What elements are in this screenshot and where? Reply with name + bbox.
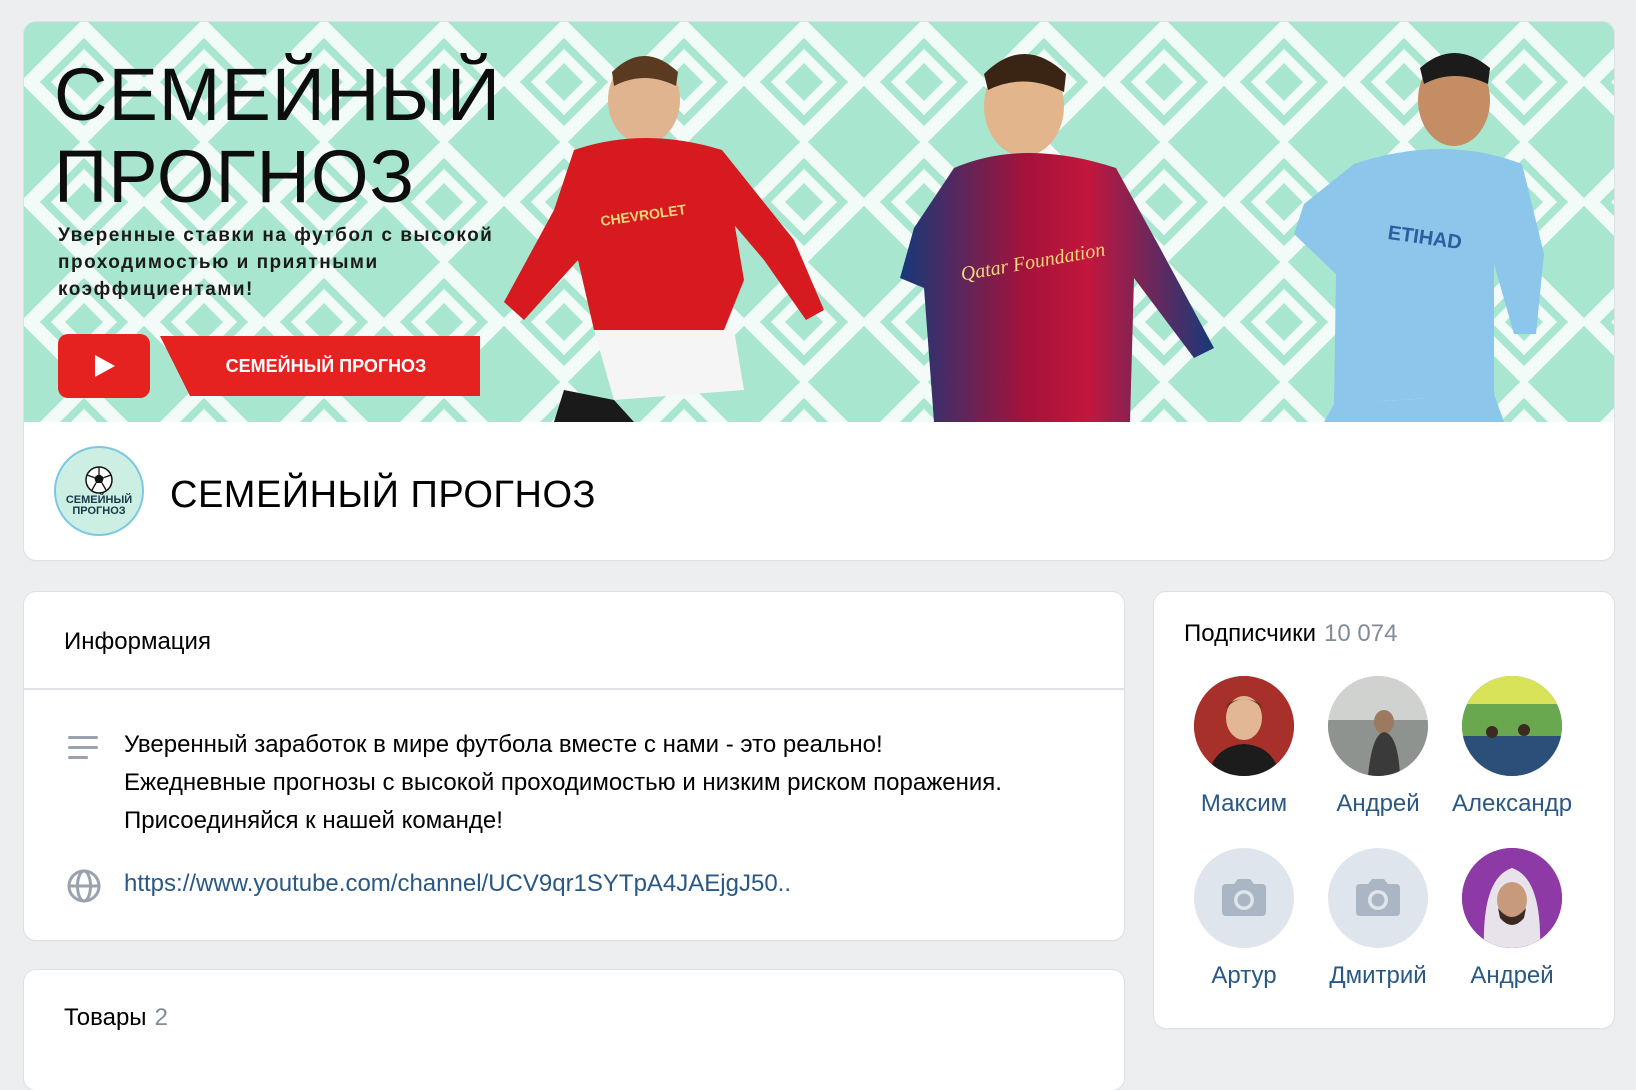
profile-row: СЕМЕЙНЫЙ ПРОГНОЗ СЕМЕЙНЫЙ ПРОГНОЗ: [24, 422, 1614, 560]
subscribers-card: Подписчики 10 074 Максим Андрей Александ…: [1154, 592, 1614, 1028]
group-name: СЕМЕЙНЫЙ ПРОГНОЗ: [170, 474, 596, 516]
text-lines-icon: [68, 736, 98, 759]
member-name: Андрей: [1336, 790, 1420, 817]
camera-icon: [1222, 879, 1266, 916]
player-red-figure: CHEVROLET: [504, 56, 824, 422]
subscribers-count: 10 074: [1324, 620, 1398, 647]
member-name: Андрей: [1470, 962, 1554, 989]
cover-title: СЕМЕЙНЫЙ ПРОГНОЗ: [54, 53, 502, 218]
member-item[interactable]: Андрей: [1308, 676, 1448, 818]
info-card: Информация Уверенный заработок в мире фу…: [24, 592, 1124, 940]
member-item[interactable]: Андрей: [1442, 848, 1582, 990]
member-avatar: [1462, 848, 1562, 948]
cover-image[interactable]: СЕМЕЙНЫЙ ПРОГНОЗ Уверенные ставки на фут…: [24, 22, 1614, 422]
member-name: Максим: [1200, 790, 1288, 817]
globe-icon: [67, 869, 101, 903]
person-photo-icon: [1462, 848, 1562, 948]
group-avatar[interactable]: СЕМЕЙНЫЙ ПРОГНОЗ: [54, 446, 144, 536]
camera-icon: [1356, 879, 1400, 916]
stadium-photo-icon: [1462, 676, 1562, 776]
member-avatar: [1194, 848, 1294, 948]
play-icon: [95, 355, 115, 377]
person-photo-icon: [1194, 676, 1294, 776]
member-item[interactable]: Дмитрий: [1308, 848, 1448, 990]
member-item[interactable]: Артур: [1174, 848, 1314, 990]
goods-title-label: Товары: [64, 1004, 147, 1031]
subscribers-title-label: Подписчики: [1184, 620, 1317, 647]
goods-count: 2: [154, 1004, 168, 1031]
avatar-label: СЕМЕЙНЫЙ ПРОГНОЗ: [65, 494, 133, 517]
person-photo-icon: [1328, 676, 1428, 776]
goods-title[interactable]: Товары 2: [64, 1004, 168, 1032]
cover-subtitle: Уверенные ставки на футбол с высокой про…: [58, 225, 494, 300]
soccer-ball-icon: [85, 466, 113, 494]
youtube-banner[interactable]: СЕМЕЙНЫЙ ПРОГНОЗ: [160, 336, 480, 396]
info-divider: [24, 688, 1124, 690]
info-title: Информация: [64, 628, 211, 655]
member-name: Дмитрий: [1329, 962, 1427, 989]
member-avatar: [1462, 676, 1562, 776]
subscribers-title[interactable]: Подписчики 10 074: [1184, 620, 1397, 648]
info-description: Уверенный заработок в мире футбола вмест…: [124, 731, 1002, 834]
member-avatar: [1328, 676, 1428, 776]
player-skyblue-figure: ETIHAD: [1294, 53, 1544, 422]
group-header-card: СЕМЕЙНЫЙ ПРОГНОЗ Уверенные ставки на фут…: [24, 22, 1614, 560]
member-name: Артур: [1211, 962, 1277, 989]
youtube-button[interactable]: [58, 334, 150, 398]
member-item[interactable]: Александр: [1442, 676, 1582, 818]
member-avatar: [1194, 676, 1294, 776]
member-avatar: [1328, 848, 1428, 948]
youtube-link[interactable]: https://www.youtube.com/channel/UCV9qr1S…: [124, 870, 791, 898]
goods-card: Товары 2: [24, 970, 1124, 1090]
member-item[interactable]: Максим: [1174, 676, 1314, 818]
player-blue-figure: Qatar Foundation: [900, 54, 1214, 422]
member-name: Александр: [1451, 790, 1573, 817]
